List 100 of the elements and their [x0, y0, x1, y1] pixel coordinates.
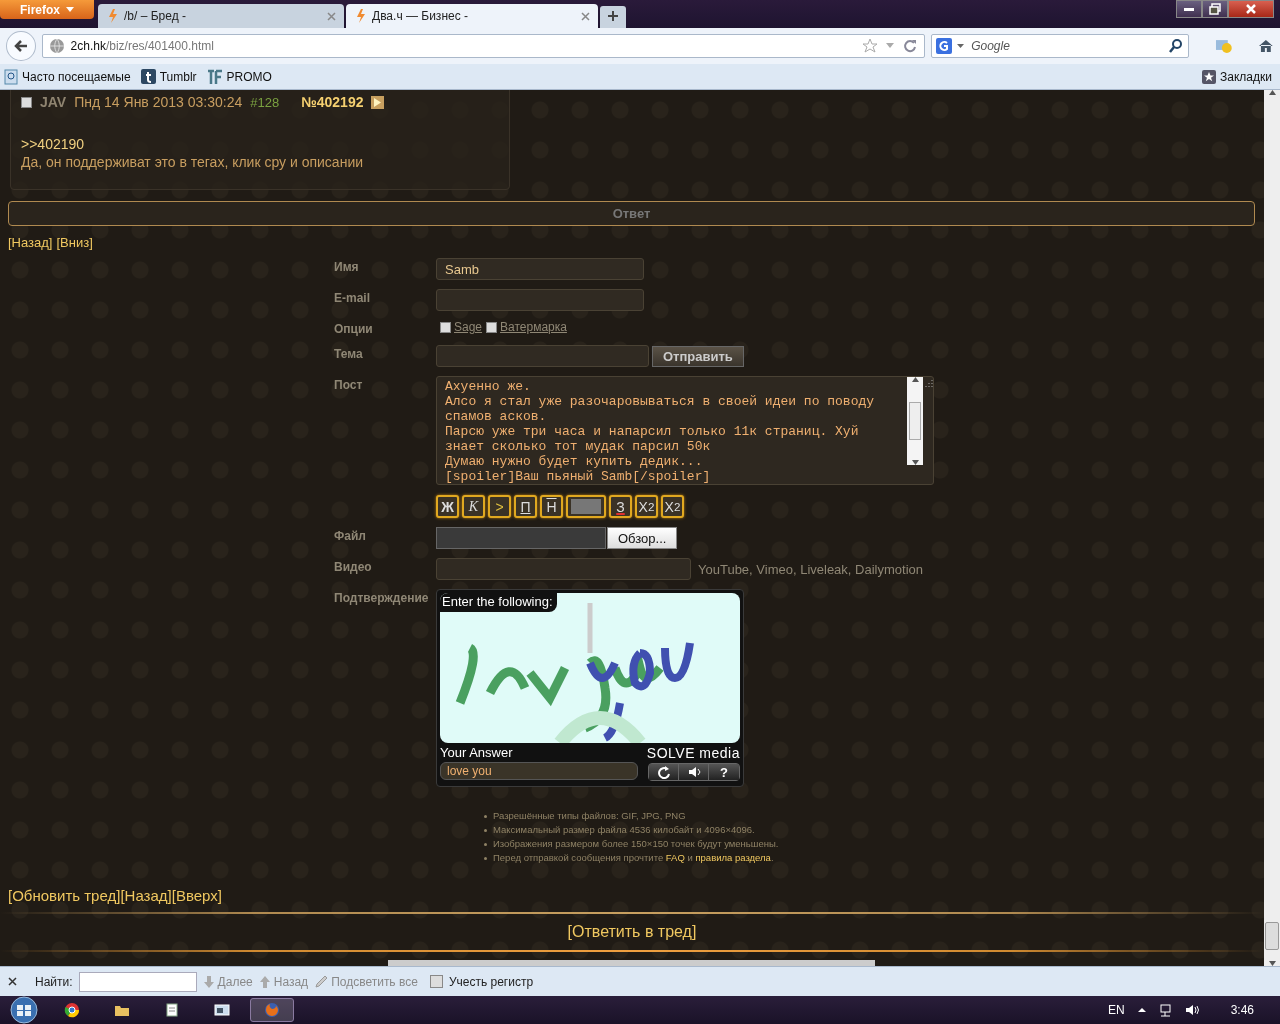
captcha-prompt: Enter the following: [440, 593, 557, 612]
star-icon [862, 38, 879, 54]
clock[interactable]: 3:46 [1230, 1003, 1254, 1017]
address-bar[interactable]: 2ch.hk/biz/res/401400.html [41, 34, 926, 58]
answer-field[interactable]: love you [440, 762, 638, 780]
plus-icon [607, 10, 619, 22]
checkbox[interactable] [429, 975, 443, 988]
fox-globe-icon [264, 1002, 280, 1018]
match-case-label[interactable]: Учесть регистр [448, 974, 534, 989]
down-arrow-icon [202, 974, 215, 989]
search-engine-icon [936, 38, 953, 54]
speaker-icon [686, 765, 701, 779]
thread-link[interactable]: [Назад] [120, 887, 172, 904]
bookmarks-menu[interactable]: Закладки [1202, 69, 1272, 84]
addon-icon [1214, 37, 1233, 55]
search-field[interactable]: Google [969, 38, 1164, 54]
field-label: Опции [334, 321, 374, 336]
bookmark-item[interactable]: PROMO [206, 68, 272, 85]
video-hint: YouTube, Vimeo, Liveleak, Dailymotion [698, 561, 923, 577]
scrollbar[interactable] [907, 377, 923, 465]
scrollbar-thumb[interactable] [1265, 921, 1279, 950]
post-number[interactable]: №402192 [301, 94, 364, 110]
search-bar[interactable]: Google [931, 34, 1189, 58]
restore-icon [1209, 3, 1221, 15]
checkbox[interactable] [440, 321, 451, 333]
thread-link[interactable]: [Вверх] [171, 887, 222, 904]
lightning-icon [354, 8, 366, 24]
format-button[interactable]: З [609, 495, 632, 518]
bookmark-item[interactable]: Tumblr [140, 69, 197, 84]
language-indicator[interactable]: EN [1107, 1003, 1125, 1017]
reply-thread-link[interactable]: [Ответить в тред] [567, 923, 697, 941]
answer-label: Your Answer [440, 745, 514, 760]
browser-tab[interactable]: /b/ – Бред - [98, 4, 344, 28]
message-field[interactable]: Ахуенно же. Алсо я стал уже разочаровываться в своей идеи по поводу спамов асков. Парсю уже три часа и напарсил только 11к страниц. Хуй знает сколько тот мудак парсил 50к Думаю нужно будет купить дедик... [spoiler]Ваш пьяный Samb[/spoiler] [436, 376, 934, 485]
format-button[interactable]: П [514, 495, 537, 518]
close-tab-icon [581, 11, 590, 21]
browser-tab[interactable]: Два.ч — Бизнес - [346, 4, 598, 28]
browse-button[interactable]: Обзор... [607, 527, 678, 549]
field-label: Видео [334, 559, 373, 574]
field-label: E-mail [334, 290, 371, 305]
notepad-icon [164, 1002, 180, 1018]
new-tab-button[interactable] [600, 6, 626, 28]
poster-name: JAV [40, 94, 67, 110]
up-arrow-icon [1268, 90, 1276, 95]
post-text: Да, он поддерживат это в тегах, клик сру и описании [21, 154, 365, 170]
minimize-button[interactable] [1176, 0, 1202, 18]
scrollbar[interactable] [1264, 90, 1280, 966]
rule-text: Максимальный размер файла 4536 килобайт и 4096×4096. [493, 823, 755, 837]
play-icon[interactable] [371, 95, 385, 109]
search-icon [1168, 38, 1184, 54]
option-label[interactable]: Sage [454, 320, 483, 334]
field-label: Подтверждение [334, 590, 430, 605]
reload-icon [902, 38, 919, 54]
back-arrow-icon [12, 38, 29, 54]
subject-field[interactable] [436, 345, 649, 367]
up-arrow-icon [911, 377, 919, 382]
file-field[interactable] [436, 527, 606, 549]
text-field[interactable] [436, 289, 644, 311]
field-label: Файл [334, 528, 367, 543]
down-arrow-icon [1268, 961, 1276, 966]
help-button[interactable]: ? [709, 764, 739, 780]
lightning-icon [106, 8, 118, 24]
refresh-button[interactable] [649, 764, 679, 780]
format-button[interactable]: К [462, 495, 485, 518]
nav-link[interactable]: [Вниз] [56, 235, 93, 250]
checkbox[interactable] [486, 321, 498, 333]
window-icon [214, 1002, 230, 1018]
close-icon [8, 977, 17, 986]
bookmark-item[interactable]: Часто посещаемые [4, 68, 131, 85]
search-page-icon [4, 68, 18, 85]
back-button[interactable] [6, 31, 36, 61]
thread-link[interactable]: [Обновить тред] [8, 887, 121, 904]
close-tab-icon [327, 11, 336, 21]
home-icon [1258, 38, 1274, 54]
option-label[interactable]: Ватермарка [500, 320, 567, 334]
caret-icon [66, 7, 74, 12]
rule-link[interactable]: правила раздела [695, 852, 771, 863]
spoiler-button[interactable] [566, 495, 606, 518]
text-field[interactable]: Samb [436, 258, 644, 280]
close-icon [1245, 3, 1257, 15]
up-arrow-icon [258, 974, 271, 989]
nav-link[interactable]: [Назад] [8, 235, 53, 250]
field-label: Имя [334, 259, 360, 274]
reply-link[interactable]: >>402190 [21, 136, 85, 152]
format-button[interactable]: Ж [436, 495, 459, 518]
restore-button[interactable] [1202, 0, 1228, 18]
browser-icon [64, 1002, 80, 1018]
scrollbar-thumb[interactable] [909, 402, 921, 440]
close-button[interactable] [1228, 0, 1274, 18]
rule-link[interactable]: FAQ [665, 852, 685, 863]
send-button[interactable]: Отправить [652, 345, 744, 367]
letter-t-tile-icon [140, 69, 156, 84]
refresh-icon [656, 765, 671, 779]
field-label: Тема [334, 346, 364, 361]
format-button[interactable]: Н [540, 495, 563, 518]
post-checkbox[interactable] [21, 96, 32, 108]
audio-button[interactable] [679, 764, 709, 780]
video-field[interactable] [436, 558, 691, 580]
find-field[interactable] [78, 971, 197, 992]
format-button[interactable]: > [488, 495, 511, 518]
